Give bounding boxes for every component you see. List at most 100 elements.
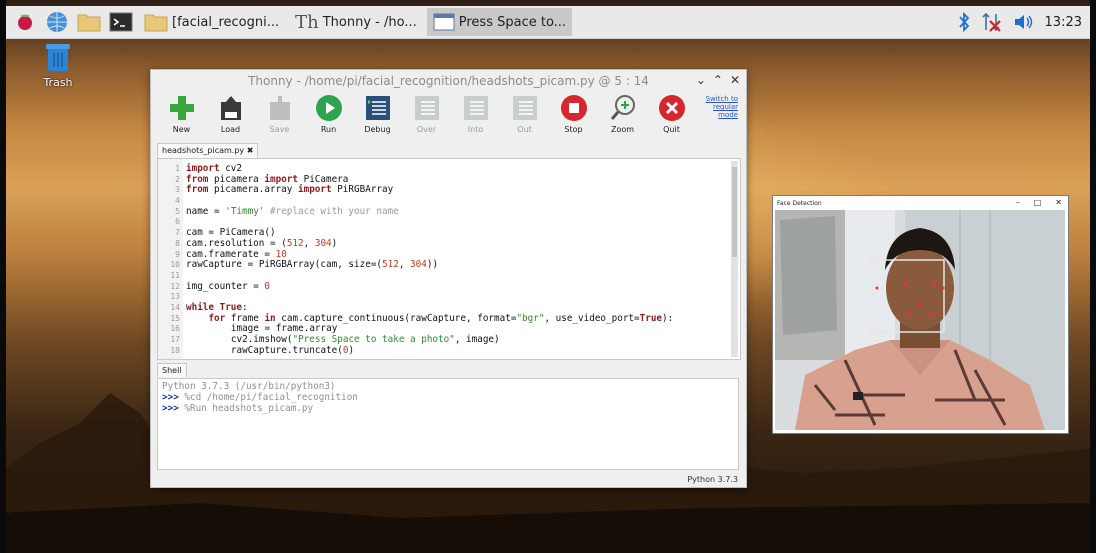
- code-line[interactable]: 3 from picamera.array import PiRGBArray: [158, 185, 728, 196]
- taskbar-task-thonny[interactable]: Th Thonny - /ho...: [289, 8, 423, 36]
- zoom-icon: [610, 95, 635, 120]
- shell-text: %cd /home/pi/facial_recognition: [178, 392, 358, 403]
- code-lines[interactable]: 1 import cv2 2 from picamera import PiCamer…: [158, 163, 728, 357]
- thonny-toolbar: New Load Save Run Debug Over Into Out St…: [157, 93, 696, 139]
- tool-label: Quit: [663, 125, 680, 134]
- tool-label: Debug: [364, 125, 391, 134]
- bluetooth-icon[interactable]: [957, 12, 971, 32]
- thonny-titlebar[interactable]: Thonny - /home/pi/facial_recognition/hea…: [151, 70, 746, 92]
- stop-icon: [560, 95, 587, 121]
- switch-mode-link[interactable]: Switch to regular mode: [698, 95, 738, 119]
- close-icon[interactable]: ✕: [1055, 198, 1062, 207]
- line-number: 1: [175, 164, 180, 173]
- stop-button[interactable]: Stop: [549, 93, 598, 139]
- clock[interactable]: 13:23: [1045, 15, 1082, 30]
- taskbar-task-press-space[interactable]: Press Space to...: [426, 8, 573, 36]
- face-detection-window: Face Detection – □ ✕: [772, 195, 1069, 434]
- line-number: 11: [170, 270, 180, 280]
- code-text: img_counter = 0: [186, 280, 271, 292]
- save-icon: [269, 96, 290, 120]
- close-icon[interactable]: ✕: [730, 73, 740, 87]
- terminal-icon[interactable]: [108, 9, 134, 35]
- code-text: name = 'Timmy' #replace with your name: [186, 205, 399, 217]
- zoom-button[interactable]: Zoom: [598, 93, 647, 139]
- minimize-icon[interactable]: –: [1016, 198, 1020, 207]
- maximize-icon[interactable]: □: [1034, 198, 1042, 207]
- taskbar-task-label: Press Space to...: [458, 14, 567, 30]
- network-icon[interactable]: [981, 12, 1003, 32]
- line-number: 13: [170, 292, 180, 302]
- thonny-window: Thonny - /home/pi/facial_recognition/hea…: [150, 69, 747, 488]
- window-title: Thonny - /home/pi/facial_recognition/hea…: [248, 74, 649, 88]
- save-button[interactable]: Save: [255, 93, 304, 139]
- tool-label: Stop: [564, 125, 583, 134]
- line-number: 7: [175, 228, 180, 238]
- tool-label: Run: [320, 125, 337, 134]
- scrollbar-thumb[interactable]: [732, 167, 737, 257]
- shell-line: >>> %cd /home/pi/facial_recognition: [162, 392, 734, 403]
- shell-text: %Run headshots_picam.py: [178, 403, 314, 414]
- taskbar-task-file-manager[interactable]: [facial_recogni...: [138, 8, 285, 36]
- line-number: 2: [175, 174, 180, 184]
- code-line[interactable]: 10 rawCapture = PiRGBArray(cam, size=(512…: [158, 259, 728, 271]
- thonny-icon: Th: [295, 11, 319, 33]
- window-title: Face Detection: [777, 199, 822, 207]
- face-window-titlebar[interactable]: Face Detection – □ ✕: [773, 196, 1068, 210]
- status-python-version[interactable]: Python 3.7.3: [687, 475, 738, 484]
- plus-icon: [169, 96, 194, 120]
- browser-icon[interactable]: [44, 9, 70, 35]
- minimize-icon[interactable]: ⌄: [696, 73, 706, 87]
- tool-label: Save: [269, 125, 290, 134]
- raspberry-menu-icon[interactable]: [12, 9, 38, 35]
- load-button[interactable]: Load: [206, 93, 255, 139]
- line-number: 14: [170, 302, 180, 312]
- code-line[interactable]: 18 rawCapture.truncate(0): [158, 344, 728, 357]
- code-editor[interactable]: 1 import cv2 2 from picamera import PiCamer…: [157, 158, 741, 360]
- line-number: 16: [170, 324, 180, 334]
- desktop-trash[interactable]: Trash: [38, 42, 78, 89]
- shell-panel[interactable]: Python 3.7.3 (/usr/bin/python3) >>> %cd /…: [157, 378, 739, 470]
- line-number: 12: [170, 281, 180, 291]
- load-icon: [220, 96, 241, 120]
- editor-scrollbar[interactable]: [731, 161, 738, 357]
- system-tray: 13:23: [957, 12, 1090, 32]
- maximize-icon[interactable]: ⌃: [713, 73, 723, 87]
- line-number: 18: [170, 345, 180, 355]
- line-number: 17: [170, 335, 180, 344]
- taskbar-task-label: Thonny - /ho...: [322, 14, 417, 30]
- trash-label: Trash: [43, 76, 73, 89]
- new-button[interactable]: New: [157, 93, 206, 139]
- run-button[interactable]: Run: [304, 93, 353, 139]
- shell-text: Python 3.7.3 (/usr/bin/python3): [162, 381, 336, 392]
- code-text: rawCapture.truncate(0): [230, 344, 355, 356]
- shell-prompt: >>>: [162, 403, 179, 414]
- trash-icon: [46, 44, 70, 71]
- tool-label: Out: [517, 125, 532, 134]
- line-number: 10: [170, 260, 180, 270]
- volume-icon[interactable]: [1013, 12, 1035, 32]
- code-line[interactable]: 5 name = 'Timmy' #replace with your name: [158, 205, 728, 218]
- shell-tabs: Shell: [157, 363, 187, 377]
- step-over-button[interactable]: Over: [402, 93, 451, 139]
- step-into-button[interactable]: Into: [451, 93, 500, 139]
- shell-line: Python 3.7.3 (/usr/bin/python3): [162, 381, 734, 392]
- taskbar: [facial_recogni... Th Thonny - /ho... Pr…: [6, 6, 1090, 39]
- file-manager-icon[interactable]: [76, 9, 102, 35]
- quit-button[interactable]: Quit: [647, 93, 696, 139]
- shell-line: >>> %Run headshots_picam.py: [162, 403, 734, 414]
- step-out-button[interactable]: Out: [500, 93, 549, 139]
- step-into-icon: [463, 96, 488, 120]
- debug-button[interactable]: Debug: [353, 93, 402, 139]
- tool-label: Load: [220, 125, 241, 134]
- code-text: from picamera.array import PiRGBArray: [186, 184, 394, 196]
- tool-label: New: [172, 125, 191, 134]
- shell-tab[interactable]: Shell: [157, 363, 187, 377]
- code-line[interactable]: 12 img_counter = 0: [158, 280, 728, 293]
- line-number: 6: [175, 217, 180, 227]
- editor-tab[interactable]: headshots_picam.py ✖: [157, 143, 259, 158]
- folder-icon: [144, 14, 168, 32]
- step-out-icon: [512, 96, 537, 120]
- shell-prompt: >>>: [162, 392, 179, 403]
- step-over-icon: [414, 96, 439, 120]
- screen-border-left: [0, 0, 6, 553]
